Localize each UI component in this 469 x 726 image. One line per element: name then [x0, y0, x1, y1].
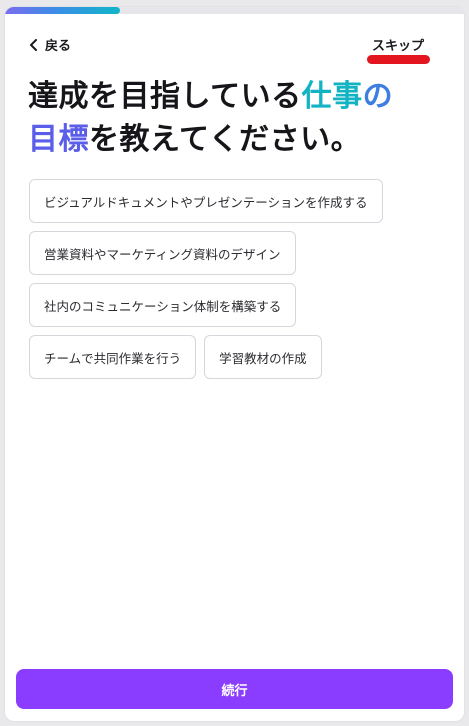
onboarding-card: 戻る スキップ 達成を目指している仕事の目標を教えてください。 ビジュアルドキュ…: [4, 6, 465, 722]
option-chip[interactable]: 社内のコミュニケーション体制を構築する: [29, 283, 297, 327]
title-text-part2: を教えてください。: [89, 122, 362, 157]
option-chip[interactable]: ビジュアルドキュメントやプレゼンテーションを作成する: [29, 179, 383, 223]
title-highlight-particle: の: [362, 79, 394, 114]
title-highlight-goal: 目標: [28, 122, 89, 157]
back-button[interactable]: 戻る: [29, 35, 71, 54]
skip-annotation-underline: [367, 55, 430, 64]
title-highlight-work: 仕事: [301, 79, 363, 114]
title-text-part1: 達成を目指している: [28, 79, 302, 114]
progress-bar: [5, 7, 464, 14]
option-chip[interactable]: 学習教材の作成: [204, 335, 322, 379]
progress-fill: [5, 7, 120, 14]
page-title: 達成を目指している仕事の目標を教えてください。: [28, 75, 448, 161]
option-chip[interactable]: チームで共同作業を行う: [29, 335, 197, 379]
continue-button[interactable]: 続行: [16, 669, 453, 709]
option-chip[interactable]: 営業資料やマーケティング資料のデザイン: [29, 231, 296, 275]
chevron-left-icon: [29, 38, 39, 51]
skip-button[interactable]: スキップ: [372, 35, 424, 54]
back-label: 戻る: [45, 39, 72, 54]
goal-options: ビジュアルドキュメントやプレゼンテーションを作成する 営業資料やマーケティング資…: [29, 179, 449, 387]
